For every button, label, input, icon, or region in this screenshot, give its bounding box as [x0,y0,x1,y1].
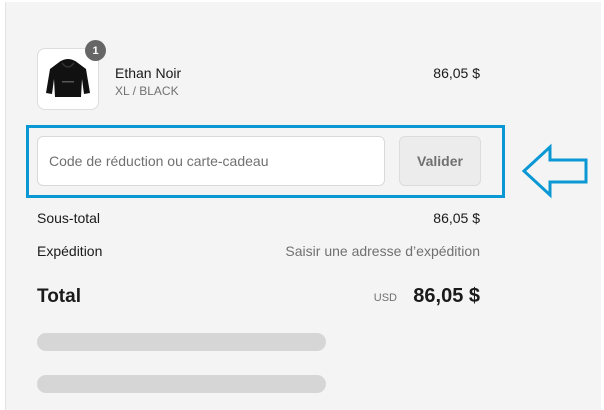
arrow-left-outline-icon [521,143,588,199]
apply-discount-button[interactable]: Valider [399,136,481,186]
subtotal-value: 86,05 $ [433,210,480,226]
total-label: Total [37,286,81,307]
subtotal-label: Sous-total [37,210,101,226]
shipping-value: Saisir une adresse d’expédition [285,243,480,259]
quantity-badge: 1 [85,40,106,61]
currency-code: USD [373,292,397,304]
total-value: 86,05 $ [413,285,480,307]
product-price: 86,05 $ [433,65,480,81]
product-variant: XL / BLACK [115,84,179,98]
shipping-label: Expédition [37,243,103,259]
loading-placeholder [37,333,326,351]
discount-code-input[interactable] [37,136,385,186]
loading-placeholder [37,375,326,393]
product-name: Ethan Noir [115,65,182,81]
